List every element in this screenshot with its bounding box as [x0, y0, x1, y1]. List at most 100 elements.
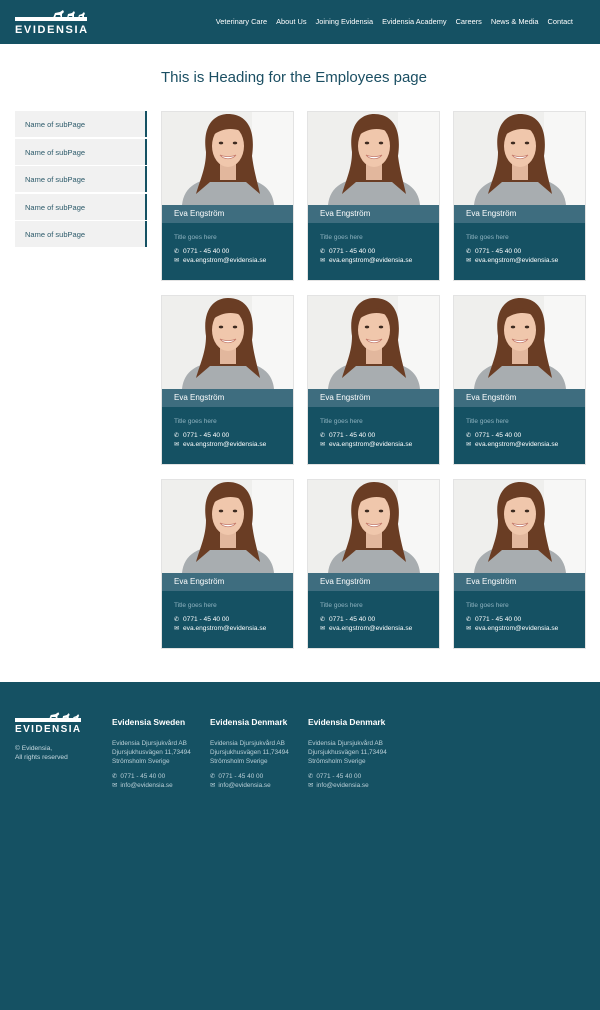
- copyright-line: © Evidensia,: [15, 745, 53, 752]
- nav-about-us[interactable]: About Us: [276, 17, 306, 26]
- employee-email[interactable]: ✉ eva.engstrom@evidensia.se: [466, 257, 558, 264]
- employee-card[interactable]: Eva Engström Title goes here ✆ 0771 - 45…: [307, 479, 440, 649]
- nav-contact[interactable]: Contact: [548, 17, 573, 26]
- employee-name[interactable]: Eva Engström: [454, 573, 585, 591]
- employee-card[interactable]: Eva Engström Title goes here ✆ 0771 - 45…: [453, 111, 586, 281]
- footer-phone-text: 0771 - 45 40 00: [218, 773, 264, 780]
- footer-email-text: info@evidensia.se: [218, 782, 271, 789]
- employee-email-text: eva.engstrom@evidensia.se: [329, 257, 413, 264]
- site-header: EVIDENSIA Veterinary Care About Us Joini…: [0, 0, 600, 44]
- employee-name[interactable]: Eva Engström: [308, 205, 439, 223]
- employee-name[interactable]: Eva Engström: [454, 205, 585, 223]
- page-title: This is Heading for the Employees page: [161, 69, 427, 86]
- sidebar-item-subpage[interactable]: Name of subPage: [15, 111, 147, 137]
- employee-email-text: eva.engstrom@evidensia.se: [183, 257, 267, 264]
- footer-contact: ✆ 0771 - 45 40 00 ✉ info@evidensia.se: [112, 772, 207, 790]
- employee-card[interactable]: Eva Engström Title goes here ✆ 0771 - 45…: [307, 111, 440, 281]
- footer-email[interactable]: ✉ info@evidensia.se: [112, 781, 207, 790]
- nav-joining-evidensia[interactable]: Joining Evidensia: [316, 17, 374, 26]
- employee-card[interactable]: Eva Engström Title goes here ✆ 0771 - 45…: [161, 111, 294, 281]
- evidensia-logo[interactable]: EVIDENSIA: [15, 9, 89, 37]
- nav-evidensia-academy[interactable]: Evidensia Academy: [382, 17, 447, 26]
- mail-icon: ✉: [320, 626, 326, 632]
- employee-name[interactable]: Eva Engström: [162, 389, 293, 407]
- employee-name[interactable]: Eva Engström: [454, 389, 585, 407]
- logo-text: EVIDENSIA: [15, 24, 89, 36]
- employee-name[interactable]: Eva Engström: [308, 573, 439, 591]
- employee-photo: [162, 480, 293, 573]
- footer-phone[interactable]: ✆ 0771 - 45 40 00: [308, 772, 403, 781]
- mail-icon: ✉: [466, 442, 472, 448]
- employee-name[interactable]: Eva Engström: [162, 205, 293, 223]
- employee-card[interactable]: Eva Engström Title goes here ✆ 0771 - 45…: [453, 479, 586, 649]
- employee-title: Title goes here: [174, 234, 217, 241]
- sidebar-item-subpage[interactable]: Name of subPage: [15, 221, 147, 247]
- employee-email-text: eva.engstrom@evidensia.se: [475, 441, 559, 448]
- employee-phone[interactable]: ✆ 0771 - 45 40 00: [466, 248, 521, 255]
- employee-email[interactable]: ✉ eva.engstrom@evidensia.se: [320, 441, 412, 448]
- mail-icon: ✉: [112, 782, 118, 789]
- employee-email[interactable]: ✉ eva.engstrom@evidensia.se: [466, 625, 558, 632]
- nav-veterinary-care[interactable]: Veterinary Care: [216, 17, 267, 26]
- employee-title: Title goes here: [174, 602, 217, 609]
- employee-email-text: eva.engstrom@evidensia.se: [475, 625, 559, 632]
- employee-phone-text: 0771 - 45 40 00: [183, 432, 230, 439]
- footer-column-denmark: Evidensia Denmark Evidensia Djursjukvård…: [210, 717, 305, 790]
- employee-phone-text: 0771 - 45 40 00: [329, 248, 376, 255]
- employee-email[interactable]: ✉ eva.engstrom@evidensia.se: [320, 257, 412, 264]
- footer-column-heading: Evidensia Denmark: [308, 717, 386, 727]
- employee-phone[interactable]: ✆ 0771 - 45 40 00: [174, 248, 229, 255]
- footer-email[interactable]: ✉ info@evidensia.se: [210, 781, 305, 790]
- employee-email[interactable]: ✉ eva.engstrom@evidensia.se: [174, 257, 266, 264]
- nav-careers[interactable]: Careers: [456, 17, 482, 26]
- footer-contact: ✆ 0771 - 45 40 00 ✉ info@evidensia.se: [210, 772, 305, 790]
- address-line: Evidensia Djursjukvård AB: [210, 740, 285, 747]
- address-line: Evidensia Djursjukvård AB: [308, 740, 383, 747]
- employee-phone[interactable]: ✆ 0771 - 45 40 00: [174, 432, 229, 439]
- portrait-image: [162, 296, 293, 389]
- mail-icon: ✉: [320, 258, 326, 264]
- footer-column-heading: Evidensia Sweden: [112, 717, 186, 727]
- nav-news-media[interactable]: News & Media: [491, 17, 539, 26]
- employee-photo: [454, 480, 585, 573]
- employee-card[interactable]: Eva Engström Title goes here ✆ 0771 - 45…: [161, 295, 294, 465]
- sidebar-item-subpage[interactable]: Name of subPage: [15, 193, 147, 220]
- employee-phone-text: 0771 - 45 40 00: [475, 432, 522, 439]
- employee-email[interactable]: ✉ eva.engstrom@evidensia.se: [174, 625, 266, 632]
- phone-icon: ✆: [320, 433, 326, 439]
- mail-icon: ✉: [466, 258, 472, 264]
- employee-email-text: eva.engstrom@evidensia.se: [183, 441, 267, 448]
- footer-phone[interactable]: ✆ 0771 - 45 40 00: [210, 772, 305, 781]
- employee-email-text: eva.engstrom@evidensia.se: [475, 257, 559, 264]
- employee-email[interactable]: ✉ eva.engstrom@evidensia.se: [174, 441, 266, 448]
- employee-phone[interactable]: ✆ 0771 - 45 40 00: [320, 248, 375, 255]
- employee-phone[interactable]: ✆ 0771 - 45 40 00: [320, 616, 375, 623]
- employee-phone[interactable]: ✆ 0771 - 45 40 00: [466, 616, 521, 623]
- employee-name[interactable]: Eva Engström: [308, 389, 439, 407]
- sidebar-item-subpage[interactable]: Name of subPage: [15, 166, 147, 192]
- footer-email[interactable]: ✉ info@evidensia.se: [308, 781, 403, 790]
- employee-phone[interactable]: ✆ 0771 - 45 40 00: [174, 616, 229, 623]
- employee-card[interactable]: Eva Engström Title goes here ✆ 0771 - 45…: [453, 295, 586, 465]
- employee-title: Title goes here: [466, 234, 509, 241]
- sidebar-item-subpage[interactable]: Name of subPage: [15, 138, 147, 165]
- employee-email[interactable]: ✉ eva.engstrom@evidensia.se: [466, 441, 558, 448]
- mail-icon: ✉: [320, 442, 326, 448]
- employee-title: Title goes here: [466, 602, 509, 609]
- mail-icon: ✉: [210, 782, 216, 789]
- employee-card[interactable]: Eva Engström Title goes here ✆ 0771 - 45…: [161, 479, 294, 649]
- footer-contact: ✆ 0771 - 45 40 00 ✉ info@evidensia.se: [308, 772, 403, 790]
- employee-name[interactable]: Eva Engström: [162, 573, 293, 591]
- employee-phone[interactable]: ✆ 0771 - 45 40 00: [320, 432, 375, 439]
- employee-phone-text: 0771 - 45 40 00: [183, 616, 230, 623]
- address-line: Djursjukhusvägen 11,73494: [112, 749, 191, 756]
- employee-email-text: eva.engstrom@evidensia.se: [329, 625, 413, 632]
- main-nav: Veterinary Care About Us Joining Evidens…: [216, 17, 573, 26]
- employee-phone[interactable]: ✆ 0771 - 45 40 00: [466, 432, 521, 439]
- footer-logo[interactable]: EVIDENSIA: [15, 711, 83, 737]
- employee-email[interactable]: ✉ eva.engstrom@evidensia.se: [320, 625, 412, 632]
- footer-phone[interactable]: ✆ 0771 - 45 40 00: [112, 772, 207, 781]
- phone-icon: ✆: [466, 617, 472, 623]
- employee-photo: [308, 480, 439, 573]
- employee-card[interactable]: Eva Engström Title goes here ✆ 0771 - 45…: [307, 295, 440, 465]
